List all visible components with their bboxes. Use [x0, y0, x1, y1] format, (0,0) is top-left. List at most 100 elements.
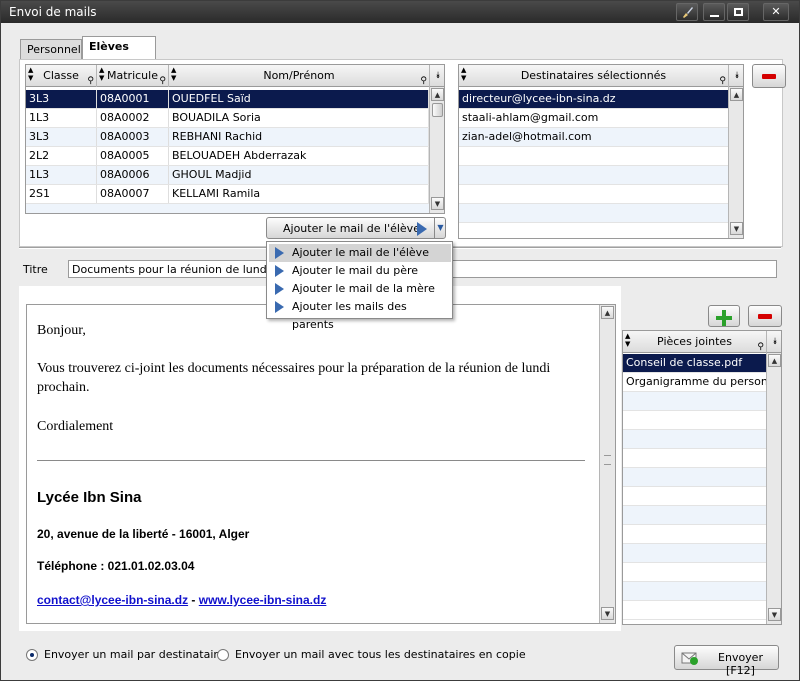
add-mail-button[interactable]: Ajouter le mail de l'élève ▼	[266, 217, 446, 239]
add-attachment-button[interactable]	[708, 305, 740, 327]
minimize-icon[interactable]	[703, 3, 725, 21]
empty-row	[459, 223, 728, 238]
brush-icon[interactable]	[676, 3, 698, 21]
cell-nom: GHOUL Madjid	[169, 166, 429, 184]
table-row[interactable]: 1L3 08A0002 BOUADILA Soria	[26, 109, 429, 128]
column-label: Matricule	[107, 69, 158, 82]
scroll-down-icon[interactable]: ▼	[730, 222, 743, 235]
maximize-icon[interactable]	[727, 3, 749, 21]
scroll-down-icon[interactable]: ▼	[431, 197, 444, 210]
empty-row	[623, 563, 766, 582]
subject-label: Titre	[23, 263, 48, 276]
list-item[interactable]: staali-ahlam@gmail.com	[459, 109, 728, 128]
cell-classe: 1L3	[26, 166, 97, 184]
empty-row	[623, 582, 766, 601]
column-header-matricule[interactable]: ▲ ▼ Matricule ⚲	[97, 65, 169, 87]
add-mail-button-label: Ajouter le mail de l'élève	[283, 222, 420, 235]
menu-item-mere[interactable]: Ajouter le mail de la mère	[269, 280, 451, 298]
envelope-icon	[681, 652, 698, 665]
signature-divider	[37, 460, 585, 461]
minus-icon	[762, 74, 776, 79]
recipients-grid: ▲ ▼ Destinataires sélectionnés ⚲ ⯯ direct…	[458, 64, 744, 239]
scroll-up-icon[interactable]: ▲	[431, 88, 444, 101]
send-button[interactable]: Envoyer [F12]	[674, 645, 779, 677]
scroll-thumb[interactable]	[432, 103, 443, 117]
attachments-grid: ▲ ▼ Pièces jointes ⚲ ⯯ Conseil de classe.…	[622, 330, 782, 625]
title-bar: Envoi de mails ✕	[1, 1, 799, 23]
sort-icon: ▲ ▼	[171, 66, 177, 82]
list-item[interactable]: Conseil de classe.pdf	[623, 354, 766, 373]
table-row[interactable]: 2S1 08A0007 KELLAMI Ramila	[26, 185, 429, 204]
list-item[interactable]: directeur@lycee-ibn-sina.dz	[459, 90, 728, 109]
tab-eleves[interactable]: Elèves	[82, 36, 156, 59]
scroll-down-icon[interactable]: ▼	[601, 607, 614, 620]
remove-recipient-button[interactable]	[752, 64, 786, 88]
cell-matricule: 08A0003	[97, 128, 169, 146]
window-title: Envoi de mails	[9, 5, 97, 19]
tab-personnel[interactable]: Personnel	[20, 39, 82, 59]
column-header-nom[interactable]: ▲ ▼ Nom/Prénom ⚲	[169, 65, 430, 87]
table-row[interactable]: 3L3 08A0001 OUEDFEL Saïd	[26, 90, 429, 109]
radio-one-per-recipient-label[interactable]: Envoyer un mail par destinataire	[44, 648, 224, 661]
message-editor: Bonjour, Vous trouverez ci-joint les doc…	[19, 286, 621, 631]
remove-attachment-button[interactable]	[748, 305, 782, 327]
sort-icon: ▲ ▼	[28, 66, 34, 82]
menu-item-label: Ajouter le mail du père	[292, 264, 419, 277]
message-scrollbar[interactable]: ▲ ▼	[599, 305, 615, 623]
attachments-scrollbar[interactable]: ▲ ▼	[766, 353, 781, 624]
column-menu-icon[interactable]: ⯯	[430, 65, 444, 87]
cell-matricule: 08A0002	[97, 109, 169, 127]
radio-all-in-copy[interactable]	[217, 649, 229, 661]
signature-links: contact@lycee-ibn-sina.dz - www.lycee-ib…	[37, 593, 326, 607]
radio-all-in-copy-label[interactable]: Envoyer un mail avec tous les destinatai…	[235, 648, 526, 661]
column-label: Pièces jointes	[657, 335, 732, 348]
message-closing: Cordialement	[37, 419, 114, 434]
recipients-scrollbar[interactable]: ▲ ▼	[728, 87, 743, 238]
website-link[interactable]: www.lycee-ibn-sina.dz	[199, 593, 327, 607]
empty-row	[459, 185, 728, 204]
scroll-up-icon[interactable]: ▲	[768, 354, 781, 367]
add-mail-menu: Ajouter le mail de l'élève Ajouter le ma…	[266, 241, 453, 331]
empty-row	[459, 204, 728, 223]
sort-icon: ▲ ▼	[461, 66, 467, 82]
menu-item-parents[interactable]: Ajouter les mails des parents	[269, 298, 451, 331]
empty-row	[623, 525, 766, 544]
table-row-partial	[26, 204, 429, 213]
table-row[interactable]: 1L3 08A0006 GHOUL Madjid	[26, 166, 429, 185]
cell-classe: 3L3	[26, 90, 97, 108]
sort-icon: ▲ ▼	[625, 332, 631, 348]
column-header-destinataires[interactable]: ▲ ▼ Destinataires sélectionnés ⚲	[459, 65, 729, 87]
cell-matricule: 08A0005	[97, 147, 169, 165]
menu-item-pere[interactable]: Ajouter le mail du père	[269, 262, 451, 280]
email-link[interactable]: contact@lycee-ibn-sina.dz	[37, 593, 188, 607]
scroll-up-icon[interactable]: ▲	[601, 306, 614, 319]
sort-icon: ▲ ▼	[99, 66, 105, 82]
scroll-down-icon[interactable]: ▼	[768, 608, 781, 621]
menu-item-eleve[interactable]: Ajouter le mail de l'élève	[269, 244, 451, 262]
cell-nom: OUEDFEL Saïd	[169, 90, 429, 108]
empty-row	[459, 147, 728, 166]
list-item[interactable]: zian-adel@hotmail.com	[459, 128, 728, 147]
column-menu-icon[interactable]: ⯯	[767, 331, 781, 353]
send-button-label: Envoyer [F12]	[718, 651, 763, 677]
close-icon[interactable]: ✕	[763, 3, 789, 21]
message-body[interactable]: Bonjour, Vous trouverez ci-joint les doc…	[26, 304, 616, 624]
mail-window: Envoi de mails ✕ Personnel Elèves ▲ ▼ Cla…	[0, 0, 800, 681]
column-header-pieces-jointes[interactable]: ▲ ▼ Pièces jointes ⚲	[623, 331, 767, 353]
table-row[interactable]: 2L2 08A0005 BELOUADEH Abderrazak	[26, 147, 429, 166]
menu-item-label: Ajouter le mail de la mère	[292, 282, 435, 295]
scroll-up-icon[interactable]: ▲	[730, 88, 743, 101]
list-item[interactable]: Organigramme du personn...	[623, 373, 766, 392]
cell-classe: 2L2	[26, 147, 97, 165]
minus-icon	[758, 314, 772, 319]
empty-row	[623, 506, 766, 525]
table-row[interactable]: 3L3 08A0003 REBHANI Rachid	[26, 128, 429, 147]
cell-classe: 1L3	[26, 109, 97, 127]
column-menu-icon[interactable]: ⯯	[729, 65, 743, 87]
students-scrollbar[interactable]: ▲ ▼	[429, 87, 444, 213]
dropdown-arrow-icon[interactable]: ▼	[434, 218, 446, 238]
column-label: Destinataires sélectionnés	[520, 69, 667, 82]
tab-eleves-label: Elèves	[89, 40, 129, 53]
column-header-classe[interactable]: ▲ ▼ Classe ⚲	[26, 65, 97, 87]
radio-one-per-recipient[interactable]	[26, 649, 38, 661]
